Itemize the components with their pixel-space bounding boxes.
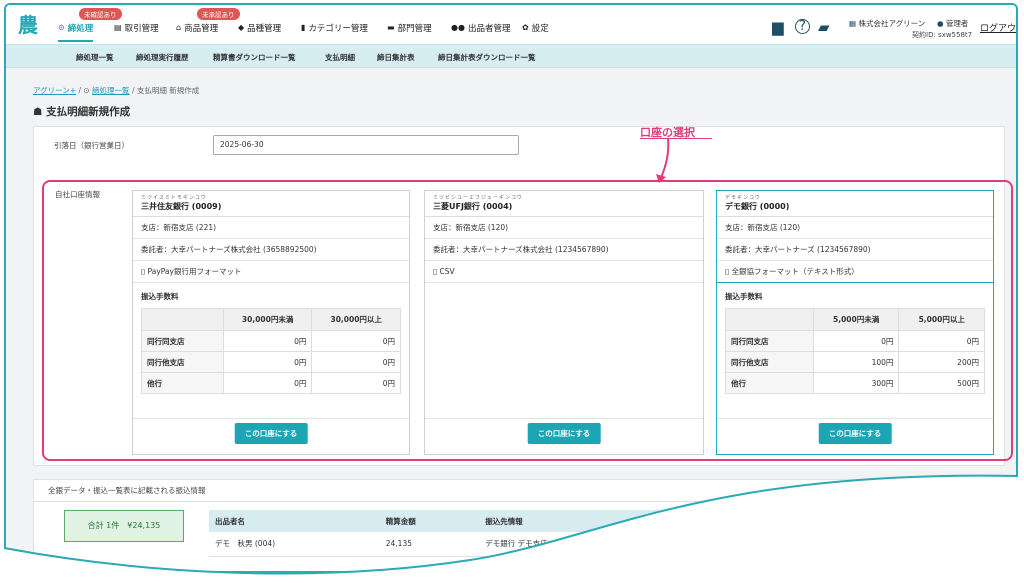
torn-edge-overlay (0, 474, 1024, 583)
